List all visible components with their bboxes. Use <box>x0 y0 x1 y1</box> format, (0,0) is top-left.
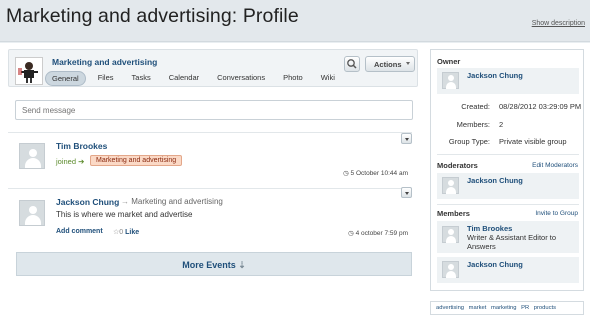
page-title: Marketing and advertising: Profile <box>6 5 299 27</box>
avatar <box>442 177 459 194</box>
divider <box>437 154 579 155</box>
avatar <box>442 72 459 89</box>
moderator-card[interactable]: Jackson Chung <box>437 173 579 199</box>
tag-link[interactable]: advertising <box>436 305 464 311</box>
group-type-label: Group Type: <box>448 137 490 146</box>
clock-icon: ◷ <box>343 170 349 177</box>
group-info-sidebar: Owner Jackson Chung Created: 08/28/2012 … <box>430 49 584 291</box>
owner-heading: Owner <box>437 57 461 66</box>
search-icon <box>347 59 357 69</box>
group-name[interactable]: Marketing and advertising <box>52 57 157 67</box>
invite-to-group-link[interactable]: Invite to Group <box>535 210 578 217</box>
tab-general[interactable]: General <box>45 71 86 86</box>
group-badge[interactable]: Marketing and advertising <box>90 155 183 166</box>
feed-timestamp: ◷ 5 October 10:44 am <box>343 170 408 177</box>
send-message-input[interactable] <box>15 100 413 120</box>
actions-button[interactable]: Actions <box>365 56 415 72</box>
add-comment-link[interactable]: Add comment <box>56 228 103 235</box>
clock-icon: ◷ <box>348 230 354 237</box>
member-card[interactable]: Jackson Chung <box>437 257 579 283</box>
tag-link[interactable]: products <box>534 305 556 311</box>
avatar <box>19 143 45 169</box>
members-value: 2 <box>499 120 504 129</box>
group-header: Marketing and advertising General Files … <box>8 49 418 87</box>
owner-name[interactable]: Jackson Chung <box>467 71 523 80</box>
chevron-down-icon <box>406 62 410 65</box>
feed-message: This is where we market and advertise <box>56 210 193 219</box>
feed-item: Tim Brookes joined ➔ Marketing and adver… <box>8 133 412 185</box>
tab-tasks[interactable]: Tasks <box>126 71 157 86</box>
feed-target: → Marketing and advertising <box>121 197 223 206</box>
page-header: Marketing and advertising: Profile Show … <box>0 0 590 42</box>
group-tabs: General Files Tasks Calendar Conversatio… <box>45 71 347 86</box>
actions-label: Actions <box>374 60 402 69</box>
moderators-heading: Moderators <box>437 161 478 170</box>
group-avatar <box>15 57 43 85</box>
member-subtitle: Writer & Assistant Editor to Answers <box>467 233 557 251</box>
tab-conversations[interactable]: Conversations <box>211 71 271 86</box>
member-card[interactable]: Tim Brookes Writer & Assistant Editor to… <box>437 221 579 253</box>
search-button[interactable] <box>344 56 360 72</box>
tag-link[interactable]: PR <box>521 305 529 311</box>
tab-wiki[interactable]: Wiki <box>315 71 341 86</box>
owner-card[interactable]: Jackson Chung <box>437 68 579 94</box>
tab-photo[interactable]: Photo <box>277 71 309 86</box>
avatar <box>442 261 459 278</box>
feed-author[interactable]: Jackson Chung <box>56 197 119 207</box>
tab-files[interactable]: Files <box>92 71 120 86</box>
member-name[interactable]: Tim Brookes <box>467 224 512 233</box>
like-button[interactable]: ☆0 Like <box>113 228 139 236</box>
created-label: Created: <box>461 102 490 111</box>
arrow-down-icon: ⇣ <box>238 260 246 270</box>
tag-cloud: advertising market marketing PR products <box>430 301 584 315</box>
tab-calendar[interactable]: Calendar <box>163 71 205 86</box>
collapse-button[interactable] <box>401 133 412 144</box>
more-events-button[interactable]: More Events ⇣ <box>16 252 412 276</box>
main-content: Marketing and advertising General Files … <box>0 43 590 328</box>
avatar <box>442 226 459 243</box>
group-avatar-image <box>16 58 42 84</box>
tag-link[interactable]: marketing <box>491 305 516 311</box>
feed-timestamp: ◷ 4 october 7:59 pm <box>348 230 408 237</box>
members-label: Members: <box>456 120 490 129</box>
edit-moderators-link[interactable]: Edit Moderators <box>532 162 578 169</box>
group-type-value: Private visible group <box>499 137 567 146</box>
tag-link[interactable]: market <box>469 305 487 311</box>
show-description-link[interactable]: Show description <box>532 20 585 27</box>
collapse-button[interactable] <box>401 187 412 198</box>
feed-author[interactable]: Tim Brookes <box>56 141 107 151</box>
divider <box>437 204 579 205</box>
created-value: 08/28/2012 03:29:09 PM <box>499 102 582 111</box>
members-heading: Members <box>437 209 470 218</box>
feed-action: joined ➔ <box>56 157 85 166</box>
avatar <box>19 200 45 226</box>
moderator-name[interactable]: Jackson Chung <box>467 176 523 185</box>
member-name[interactable]: Jackson Chung <box>467 260 523 269</box>
